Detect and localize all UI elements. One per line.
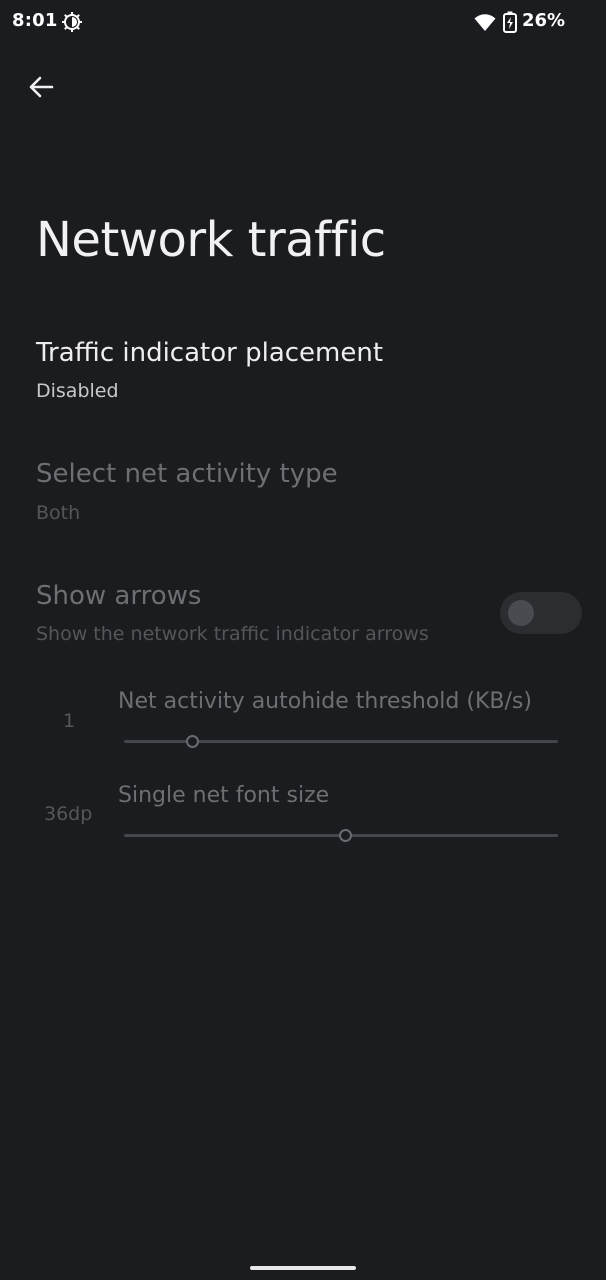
pref-summary: Both [36,502,81,524]
autohide-threshold-value: 1 [63,710,76,732]
status-bar: 8:01 26% [0,0,606,44]
battery-charging-icon [503,11,517,33]
slider-thumb[interactable] [339,829,352,842]
wifi-icon [474,14,496,31]
pref-title: Select net activity type [36,459,338,489]
autohide-threshold-slider[interactable] [124,735,558,748]
font-size-title: Single net font size [118,783,330,808]
pref-summary: Disabled [36,380,119,402]
font-size-value: 36dp [44,803,93,825]
slider-thumb[interactable] [186,735,199,748]
back-button[interactable] [18,64,64,110]
battery-percent: 26% [522,10,566,31]
font-size-slider[interactable] [124,829,558,842]
navigation-handle[interactable] [250,1266,356,1270]
autohide-threshold-title: Net activity autohide threshold (KB/s) [118,689,532,714]
show-arrows-toggle[interactable] [500,592,582,634]
pref-traffic-indicator-placement[interactable]: Traffic indicator placement Disabled [0,330,606,420]
pref-select-net-activity-type[interactable]: Select net activity type Both [0,452,606,542]
status-time: 8:01 [12,10,58,31]
toggle-knob [508,600,534,626]
pref-summary: Show the network traffic indicator arrow… [36,623,429,645]
page-title: Network traffic [36,212,386,268]
pref-title: Traffic indicator placement [36,338,384,368]
sync-icon [62,12,82,32]
pref-title: Show arrows [36,581,202,611]
arrow-left-icon [29,76,54,98]
